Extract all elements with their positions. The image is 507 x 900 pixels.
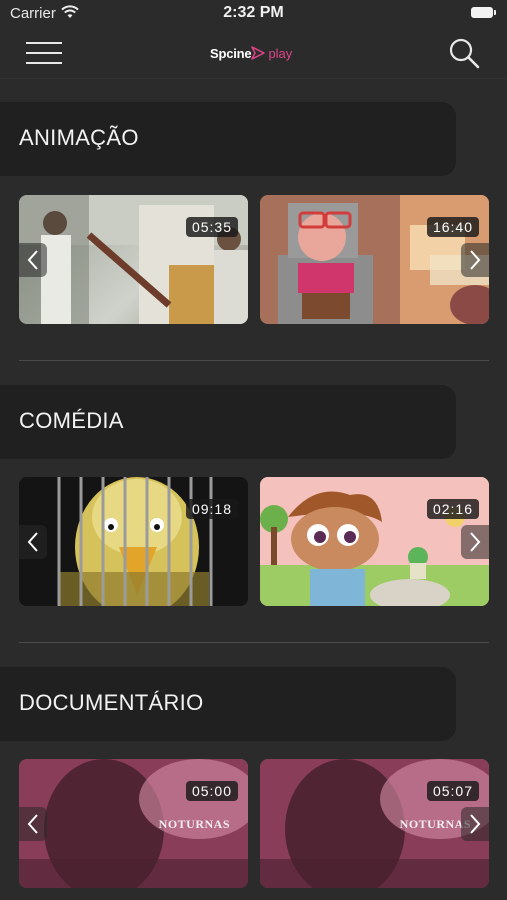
video-thumbnail[interactable]: 09:18 — [19, 477, 248, 606]
duration-badge: 16:40 — [426, 217, 479, 237]
chevron-left-icon — [27, 814, 38, 834]
video-thumbnail[interactable]: 05:35 — [19, 195, 248, 324]
film-title-overlay: NOTURNAS — [158, 817, 230, 831]
section-header-documentario: DOCUMENTÁRIO — [0, 667, 456, 741]
video-thumbnail[interactable]: 02:16 — [260, 477, 489, 606]
carousel-prev-button[interactable] — [19, 243, 47, 277]
battery-icon — [471, 7, 496, 18]
video-thumbnail[interactable]: 05:07 NOTURNAS — [260, 759, 489, 888]
logo-play-arrow-icon — [251, 46, 266, 60]
logo-play-text: play — [268, 45, 293, 61]
chevron-right-icon — [470, 814, 481, 834]
video-thumbnail[interactable]: 05:00 NOTURNAS — [19, 759, 248, 888]
video-thumbnail[interactable]: 16:40 — [260, 195, 489, 324]
carousel-next-button[interactable] — [461, 525, 489, 559]
section-title: COMÉDIA — [19, 408, 124, 433]
section-header-animacao: ANIMAÇÃO — [0, 102, 456, 176]
thumbnail-art — [260, 195, 489, 324]
section-divider — [19, 360, 489, 361]
thumbnail-art — [19, 195, 248, 324]
carousel-prev-button[interactable] — [19, 807, 47, 841]
section-title: DOCUMENTÁRIO — [19, 690, 204, 715]
duration-badge: 05:07 — [426, 781, 479, 801]
carousel-next-button[interactable] — [461, 243, 489, 277]
duration-badge: 05:35 — [185, 217, 238, 237]
spcine-play-logo: Spcine play — [210, 42, 292, 64]
clock: 2:32 PM — [223, 4, 284, 21]
chevron-left-icon — [27, 532, 38, 552]
duration-badge: 05:00 — [185, 781, 238, 801]
section-title: ANIMAÇÃO — [19, 125, 139, 150]
search-icon[interactable] — [447, 36, 481, 70]
chevron-right-icon — [470, 250, 481, 270]
duration-badge: 09:18 — [185, 499, 238, 519]
duration-badge: 02:16 — [426, 499, 479, 519]
top-nav-bar: Spcine play — [0, 28, 507, 79]
carousel-prev-button[interactable] — [19, 525, 47, 559]
status-bar: Carrier 2:32 PM — [0, 0, 507, 28]
thumbnail-art — [19, 477, 248, 606]
chevron-right-icon — [470, 532, 481, 552]
chevron-left-icon — [27, 250, 38, 270]
thumbnail-art — [260, 477, 489, 606]
carousel-next-button[interactable] — [461, 807, 489, 841]
section-header-comedia: COMÉDIA — [0, 385, 456, 459]
hamburger-menu-icon[interactable] — [26, 40, 62, 66]
section-divider — [19, 642, 489, 643]
logo-brand-text: Spcine — [210, 45, 252, 61]
